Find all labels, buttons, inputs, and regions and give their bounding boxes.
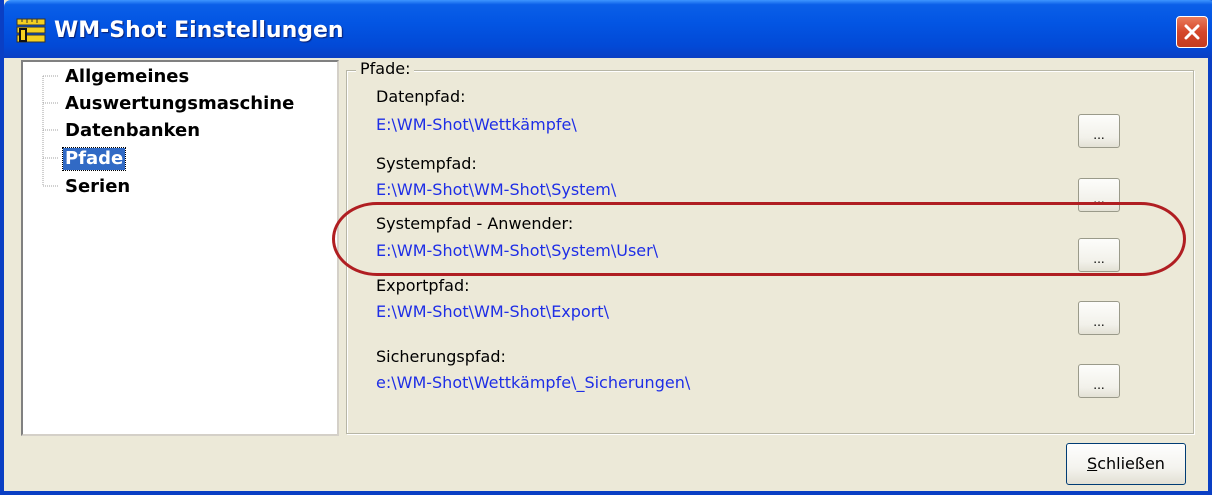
tree-item-auswertungsmaschine[interactable]: Auswertungsmaschine: [63, 93, 296, 115]
backup-path-value: e:\WM-Shot\Wettkämpfe\_Sicherungen\: [376, 373, 691, 392]
window-title: WM-Shot Einstellungen: [54, 18, 344, 43]
ruler-app-icon: [16, 18, 46, 44]
close-button-label: chließen: [1097, 454, 1165, 473]
highlight-annotation-ring: [332, 202, 1186, 276]
backup-path-label: Sicherungspfad:: [376, 347, 506, 366]
tree-item-datenbanken[interactable]: Datenbanken: [63, 120, 202, 142]
tree-item-pfade[interactable]: Pfade: [61, 147, 127, 171]
tree-item-allgemeines[interactable]: Allgemeines: [63, 66, 191, 88]
close-button[interactable]: Schließen: [1066, 443, 1186, 485]
data-path-value: E:\WM-Shot\Wettkämpfe\: [376, 115, 577, 134]
tree-item-serien[interactable]: Serien: [63, 176, 132, 198]
settings-tree[interactable]: Allgemeines Auswertungsmaschine Datenban…: [21, 60, 339, 436]
backup-path-browse-button[interactable]: ...: [1078, 364, 1120, 398]
data-path-browse-button[interactable]: ...: [1078, 114, 1120, 148]
close-button-mnemonic: S: [1087, 454, 1098, 473]
data-path-label: Datenpfad:: [376, 87, 466, 106]
export-path-browse-button[interactable]: ...: [1078, 301, 1120, 335]
tree-connector-lines: [42, 75, 59, 187]
system-path-label: Systempfad:: [376, 154, 477, 173]
paths-group-title: Pfade:: [356, 59, 415, 78]
export-path-value: E:\WM-Shot\WM-Shot\Export\: [376, 302, 609, 321]
system-path-value: E:\WM-Shot\WM-Shot\System\: [376, 180, 617, 199]
export-path-label: Exportpfad:: [376, 276, 470, 295]
window-close-button[interactable]: [1176, 16, 1208, 48]
title-bar[interactable]: WM-Shot Einstellungen: [4, 0, 1212, 58]
